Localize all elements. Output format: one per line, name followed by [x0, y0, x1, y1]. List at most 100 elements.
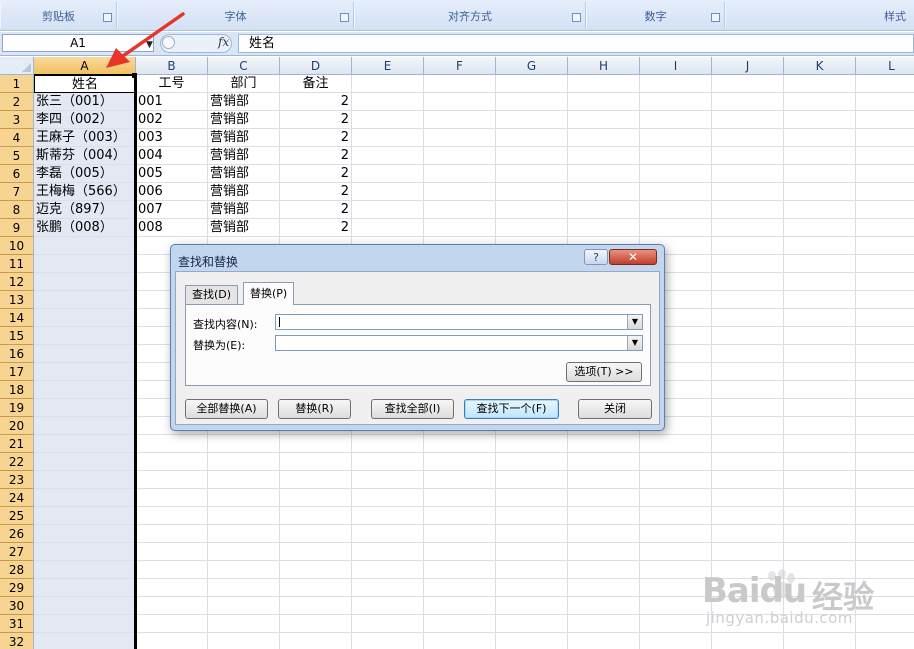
cell-l9[interactable] [856, 219, 914, 237]
cell-j21[interactable] [712, 435, 784, 453]
cell-c1[interactable]: 部门 [208, 75, 280, 93]
cell-g21[interactable] [496, 435, 568, 453]
cell-a11[interactable] [34, 255, 136, 273]
row-header-26[interactable]: 26 [0, 525, 34, 543]
cell-g28[interactable] [496, 561, 568, 579]
cell-a28[interactable] [34, 561, 136, 579]
cell-j25[interactable] [712, 507, 784, 525]
cell-l10[interactable] [856, 237, 914, 255]
close-button[interactable]: 关闭 [578, 399, 652, 419]
cell-a4[interactable]: 王麻子（003） [34, 129, 136, 147]
cell-a27[interactable] [34, 543, 136, 561]
cell-j15[interactable] [712, 327, 784, 345]
close-window-button[interactable]: ✕ [609, 249, 657, 265]
cell-k7[interactable] [784, 183, 856, 201]
cell-h31[interactable] [568, 615, 640, 633]
cell-a32[interactable] [34, 633, 136, 649]
cell-f24[interactable] [424, 489, 496, 507]
cell-e23[interactable] [352, 471, 424, 489]
replace-button[interactable]: 替换(R) [278, 399, 351, 419]
cell-h3[interactable] [568, 111, 640, 129]
cell-l20[interactable] [856, 417, 914, 435]
cell-f30[interactable] [424, 597, 496, 615]
cell-a5[interactable]: 斯蒂芬（004） [34, 147, 136, 165]
cell-i4[interactable] [640, 129, 712, 147]
cell-l3[interactable] [856, 111, 914, 129]
cell-k18[interactable] [784, 381, 856, 399]
cell-d30[interactable] [280, 597, 352, 615]
cell-j7[interactable] [712, 183, 784, 201]
cell-a21[interactable] [34, 435, 136, 453]
row-header-2[interactable]: 2 [0, 93, 34, 111]
row-header-17[interactable]: 17 [0, 363, 34, 381]
cell-f23[interactable] [424, 471, 496, 489]
cell-k8[interactable] [784, 201, 856, 219]
cell-j1[interactable] [712, 75, 784, 93]
row-header-29[interactable]: 29 [0, 579, 34, 597]
cell-h8[interactable] [568, 201, 640, 219]
cell-d28[interactable] [280, 561, 352, 579]
cell-b7[interactable]: 006 [136, 183, 208, 201]
cell-b32[interactable] [136, 633, 208, 649]
replace-all-button[interactable]: 全部替换(A) [185, 399, 268, 419]
cell-b26[interactable] [136, 525, 208, 543]
cell-b4[interactable]: 003 [136, 129, 208, 147]
column-header-l[interactable]: L [856, 57, 914, 75]
cell-e4[interactable] [352, 129, 424, 147]
cell-k27[interactable] [784, 543, 856, 561]
column-header-k[interactable]: K [784, 57, 856, 75]
row-header-25[interactable]: 25 [0, 507, 34, 525]
cell-g22[interactable] [496, 453, 568, 471]
cell-l4[interactable] [856, 129, 914, 147]
cell-b1[interactable]: 工号 [136, 75, 208, 93]
cell-l7[interactable] [856, 183, 914, 201]
cell-k26[interactable] [784, 525, 856, 543]
cell-d8[interactable]: 2 [280, 201, 352, 219]
cell-j26[interactable] [712, 525, 784, 543]
cell-e30[interactable] [352, 597, 424, 615]
row-header-19[interactable]: 19 [0, 399, 34, 417]
cell-d1[interactable]: 备注 [280, 75, 352, 93]
cell-j10[interactable] [712, 237, 784, 255]
cell-d4[interactable]: 2 [280, 129, 352, 147]
cell-e27[interactable] [352, 543, 424, 561]
row-header-18[interactable]: 18 [0, 381, 34, 399]
cell-c6[interactable]: 营销部 [208, 165, 280, 183]
column-header-g[interactable]: G [496, 57, 568, 75]
cell-j12[interactable] [712, 273, 784, 291]
cell-d31[interactable] [280, 615, 352, 633]
cell-k2[interactable] [784, 93, 856, 111]
cell-l22[interactable] [856, 453, 914, 471]
cell-a30[interactable] [34, 597, 136, 615]
ribbon-group-alignment[interactable]: 对齐方式 [354, 2, 586, 28]
cell-i27[interactable] [640, 543, 712, 561]
cell-f5[interactable] [424, 147, 496, 165]
dialog-launcher-icon[interactable] [572, 13, 581, 22]
cell-j4[interactable] [712, 129, 784, 147]
cell-f31[interactable] [424, 615, 496, 633]
cell-g27[interactable] [496, 543, 568, 561]
cell-l14[interactable] [856, 309, 914, 327]
cell-h30[interactable] [568, 597, 640, 615]
cell-h32[interactable] [568, 633, 640, 649]
cell-a1[interactable]: 姓名 [34, 75, 136, 93]
cell-h21[interactable] [568, 435, 640, 453]
cell-k22[interactable] [784, 453, 856, 471]
cell-j19[interactable] [712, 399, 784, 417]
row-header-27[interactable]: 27 [0, 543, 34, 561]
cell-c22[interactable] [208, 453, 280, 471]
cell-g23[interactable] [496, 471, 568, 489]
ribbon-group-styles[interactable]: 样式 [725, 2, 914, 28]
row-header-3[interactable]: 3 [0, 111, 34, 129]
row-header-22[interactable]: 22 [0, 453, 34, 471]
cell-h4[interactable] [568, 129, 640, 147]
cell-k14[interactable] [784, 309, 856, 327]
cell-j18[interactable] [712, 381, 784, 399]
row-header-10[interactable]: 10 [0, 237, 34, 255]
cell-a2[interactable]: 张三（001） [34, 93, 136, 111]
cell-k4[interactable] [784, 129, 856, 147]
dialog-launcher-icon[interactable] [340, 13, 349, 22]
cell-d6[interactable]: 2 [280, 165, 352, 183]
cell-l25[interactable] [856, 507, 914, 525]
cell-k21[interactable] [784, 435, 856, 453]
